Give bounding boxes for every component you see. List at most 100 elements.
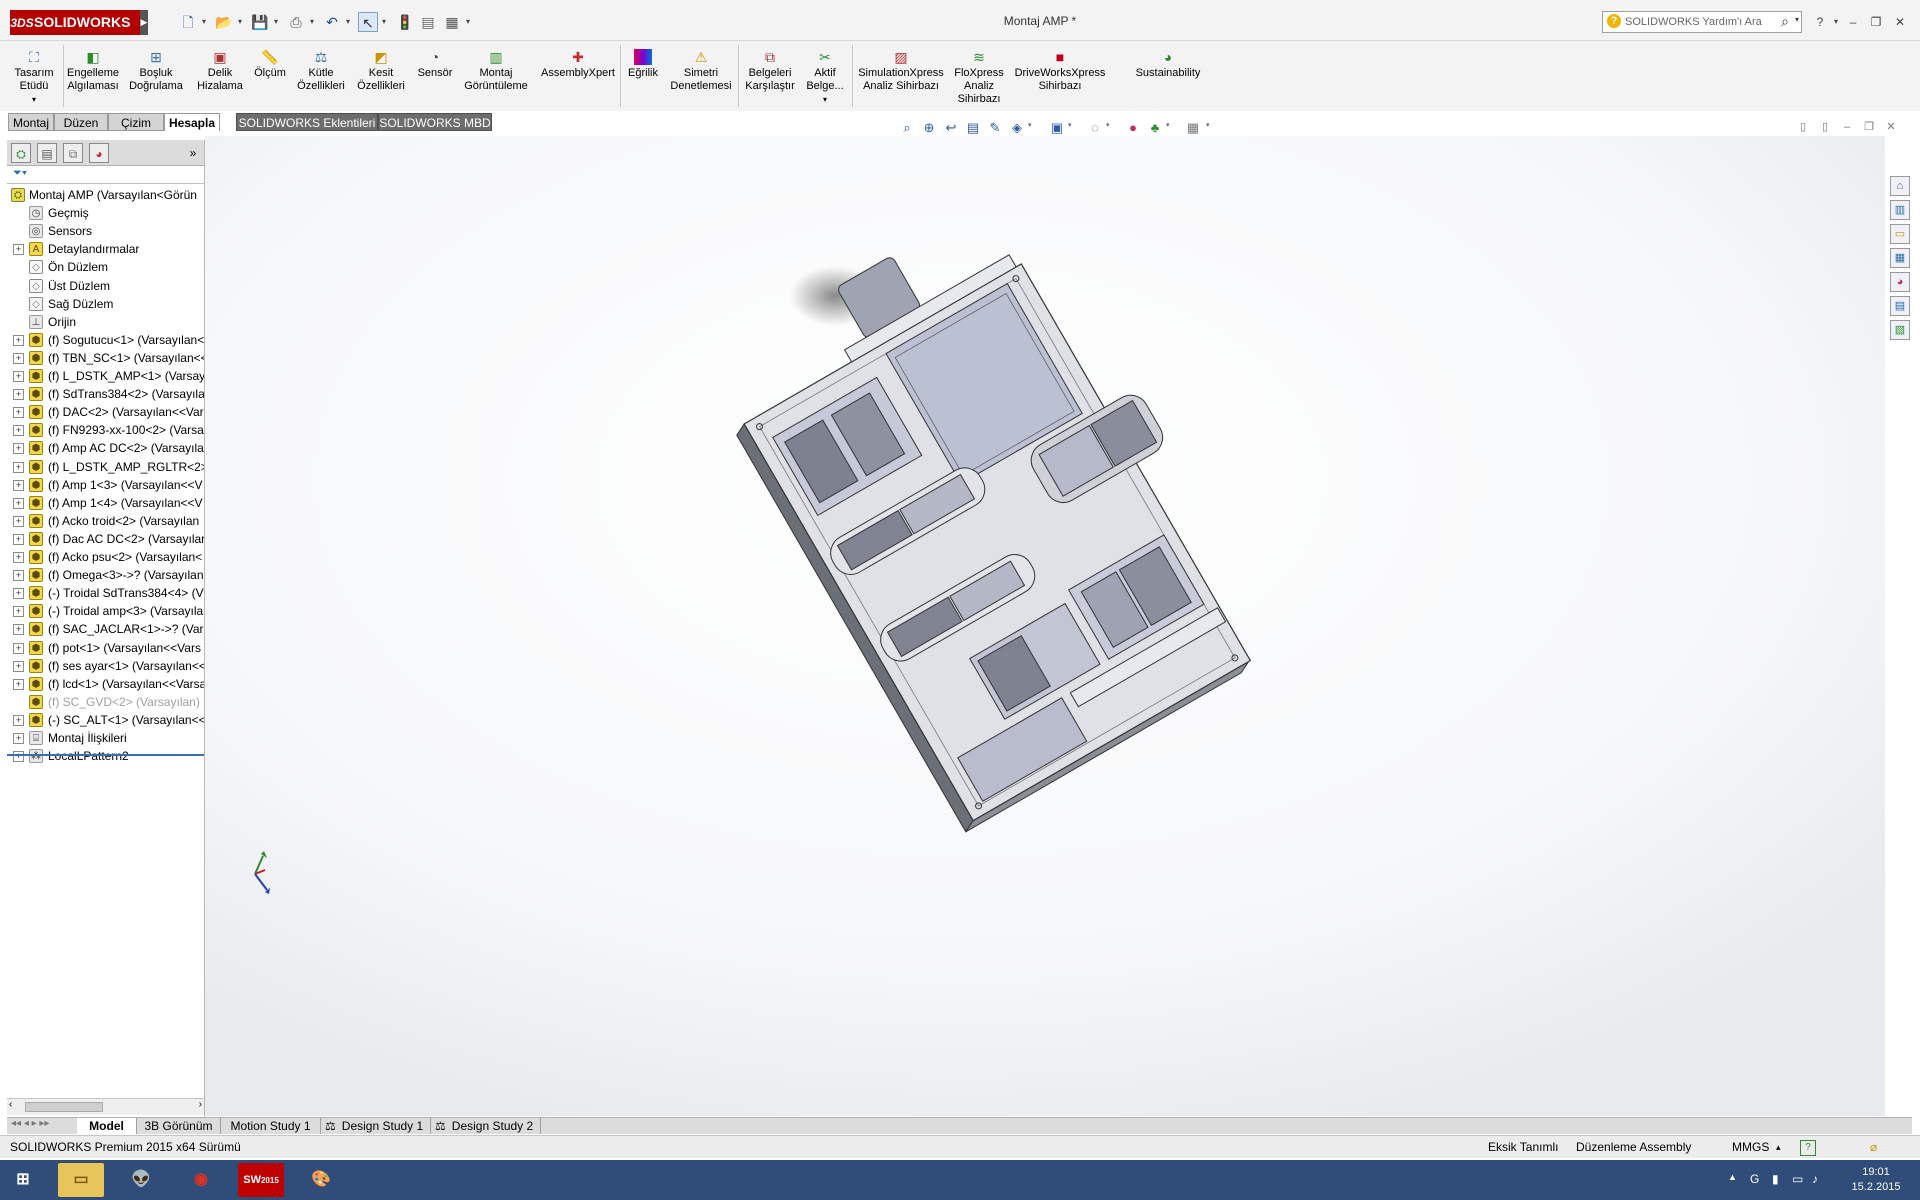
scroll-right-icon[interactable]: ›: [199, 1099, 202, 1110]
view-settings-dropdown-icon[interactable]: ▾: [1206, 121, 1210, 129]
print-dropdown-icon[interactable]: ▾: [308, 12, 316, 32]
minimize-button[interactable]: –: [1843, 14, 1863, 30]
tray-monitor-icon[interactable]: ▭: [1792, 1172, 1803, 1186]
options-icon[interactable]: ▦: [442, 12, 462, 32]
viewport-minimize-icon[interactable]: –: [1840, 120, 1854, 134]
tree-item[interactable]: + ⬢ (f) TBN_SC<1> (Varsayılan<<: [7, 349, 204, 367]
expand-icon[interactable]: +: [13, 334, 24, 346]
open-icon[interactable]: 📂: [214, 12, 234, 32]
section-view-icon[interactable]: ▤: [964, 119, 982, 137]
ribbon-belgeleri[interactable]: ⧉ Belgeleri Karşılaştır: [742, 41, 798, 111]
view-settings-icon[interactable]: ▦: [1184, 119, 1202, 137]
tab-motion-study-1[interactable]: Motion Study 1: [221, 1118, 321, 1134]
expand-icon[interactable]: +: [13, 642, 24, 654]
tree-item[interactable]: ⊥ Orijin: [7, 313, 204, 331]
ribbon-engelleme[interactable]: ◧ Engelleme Algılaması: [64, 41, 122, 111]
design-library-icon[interactable]: ▥: [1890, 200, 1910, 220]
view-palette-icon[interactable]: ▦: [1890, 248, 1910, 268]
custom-properties-icon[interactable]: ▤: [1890, 296, 1910, 316]
expand-icon[interactable]: +: [13, 244, 24, 256]
tree-item[interactable]: + ⌸ Montaj İlişkileri: [7, 729, 204, 747]
tab-mbd[interactable]: SOLIDWORKS MBD: [378, 113, 492, 131]
expand-icon[interactable]: +: [13, 461, 24, 473]
expand-icon[interactable]: +: [13, 389, 24, 401]
expand-icon[interactable]: +: [13, 515, 24, 527]
tree-item[interactable]: + ⬢ (f) Amp 1<4> (Varsayılan<<V: [7, 494, 204, 512]
tree-item[interactable]: + ⬢ (f) pot<1> (Varsayılan<<Vars: [7, 639, 204, 657]
ribbon-simulationxpress[interactable]: ▨ SimulationXpress Analiz Sihirbazı: [854, 41, 948, 111]
ribbon-sensor[interactable]: ◔ Sensör: [414, 41, 456, 111]
tree-item[interactable]: + ⬢ (f) Acko troid<2> (Varsayılan: [7, 512, 204, 530]
start-icon[interactable]: ⊞: [0, 1163, 46, 1197]
tab-navigation-icons[interactable]: ◂◂ ◂ ▸ ▸▸: [11, 1118, 49, 1129]
expand-icon[interactable]: +: [13, 588, 24, 600]
tray-app-icon[interactable]: G: [1750, 1172, 1759, 1186]
expand-icon[interactable]: +: [13, 733, 24, 744]
ribbon-dropdown-icon[interactable]: ▾: [32, 95, 36, 104]
tree-item[interactable]: ⬢ (f) SC_GVD<2> (Varsayılan): [7, 693, 204, 711]
tray-expand-icon[interactable]: ▲: [1728, 1172, 1737, 1182]
tree-item[interactable]: + ⬢ (f) Omega<3>->? (Varsayılan: [7, 566, 204, 584]
tree-horizontal-scrollbar[interactable]: ‹ ›: [7, 1098, 204, 1115]
ribbon-floxpress[interactable]: ≋ FloXpress Analiz Sihirbazı: [950, 41, 1008, 111]
expand-icon[interactable]: +: [13, 425, 24, 437]
model-view[interactable]: [205, 136, 1885, 1116]
ribbon-kutle[interactable]: ⚖ Kütle Özellikleri: [292, 41, 350, 111]
tree-item[interactable]: + ⁂ LocalLPattern2: [7, 747, 204, 765]
tree-item[interactable]: + ⬢ (f) FN9293-xx-100<2> (Varsay: [7, 421, 204, 439]
zoom-to-area-icon[interactable]: ⊕: [920, 119, 938, 137]
scrollbar-thumb[interactable]: [25, 1102, 103, 1112]
restore-button[interactable]: ❐: [1866, 14, 1886, 30]
tab-cizim[interactable]: Çizim: [108, 113, 164, 131]
expand-panel-icon[interactable]: »: [183, 143, 203, 163]
system-clock[interactable]: 19:01 15.2.2015: [1848, 1165, 1904, 1195]
displaymanager-tab-icon[interactable]: ◕: [89, 143, 109, 163]
tab-model[interactable]: Model: [77, 1118, 137, 1134]
expand-icon[interactable]: +: [13, 714, 24, 726]
rebuild-icon[interactable]: 🚦: [396, 12, 413, 32]
new-document-icon[interactable]: 🗋: [178, 12, 198, 32]
ribbon-bosluk[interactable]: ⊞ Boşluk Doğrulama: [126, 41, 186, 111]
ribbon-olcum[interactable]: 📏 Ölçüm: [250, 41, 290, 111]
tree-item[interactable]: + ⬢ (f) Sogutucu<1> (Varsayılan<: [7, 331, 204, 349]
tab-eklentiler[interactable]: SOLIDWORKS Eklentileri: [236, 113, 378, 131]
tree-item[interactable]: ⛭ Montaj AMP (Varsayılan<Görün: [7, 186, 204, 204]
new-dropdown-icon[interactable]: ▾: [200, 12, 208, 32]
ribbon-montaj-goruntuleme[interactable]: ▥ Montaj Görüntüleme: [458, 41, 534, 111]
ribbon-delik[interactable]: ▣ Delik Hizalama: [192, 41, 248, 111]
ribbon-simetri[interactable]: ⚠ Simetri Denetlemesi: [666, 41, 736, 111]
appearances-icon[interactable]: ◕: [1890, 272, 1910, 292]
hide-show-dropdown-icon[interactable]: ▾: [1106, 121, 1110, 129]
viewport-restore-icon[interactable]: ❐: [1862, 120, 1876, 134]
expand-icon[interactable]: +: [13, 371, 24, 382]
tree-item[interactable]: + ⬢ (f) SAC_JACLAR<1>->? (Vars: [7, 620, 204, 638]
expand-icon[interactable]: +: [13, 533, 24, 545]
propertymanager-tab-icon[interactable]: ▤: [37, 143, 57, 163]
solidworks-2015-icon[interactable]: SW2015: [238, 1163, 284, 1197]
expand-icon[interactable]: +: [13, 660, 24, 672]
tab-design-study-2[interactable]: ⚖ Design Study 2: [431, 1118, 541, 1134]
help-context-icon[interactable]: ?: [1800, 1140, 1816, 1156]
ribbon-kesit[interactable]: ◩ Kesit Özellikleri: [352, 41, 410, 111]
expand-icon[interactable]: +: [13, 443, 24, 455]
expand-icon[interactable]: +: [13, 624, 24, 636]
solidworks-forum-icon[interactable]: ▧: [1890, 320, 1910, 340]
expand-icon[interactable]: +: [13, 407, 24, 419]
ribbon-driveworks[interactable]: ■ DriveWorksXpress Sihirbazı: [1010, 41, 1110, 111]
solidworks-logo[interactable]: 3DSSOLIDWORKS: [10, 10, 140, 35]
tree-item[interactable]: ◷ Geçmiş: [7, 204, 204, 222]
view-orientation-dropdown-icon[interactable]: ▾: [1028, 121, 1032, 129]
ribbon-sustainability[interactable]: ◕ Sustainability: [1126, 41, 1210, 111]
tree-item[interactable]: + ⬢ (f) Amp AC DC<2> (Varsayıla: [7, 439, 204, 457]
tree-item[interactable]: + ⬢ (-) Troidal SdTrans384<4> (V: [7, 584, 204, 602]
tree-item[interactable]: + ⬢ (f) DAC<2> (Varsayılan<<Var: [7, 403, 204, 421]
tree-item[interactable]: + ⬢ (f) L_DSTK_AMP_RGLTR<2> (: [7, 458, 204, 476]
tile-vertical-icon[interactable]: ▯: [1818, 120, 1832, 134]
tab-3d-view[interactable]: 3B Görünüm: [137, 1118, 221, 1134]
dynamic-annotation-icon[interactable]: ✎: [986, 119, 1004, 137]
tree-item[interactable]: ◇ Sağ Düzlem: [7, 295, 204, 313]
ribbon-dropdown-icon[interactable]: ▾: [823, 95, 827, 104]
ribbon-tasarim-etudu[interactable]: ⛶ Tasarım Etüdü ▾: [6, 41, 62, 111]
units-dropdown-icon[interactable]: ▴: [1776, 1136, 1781, 1158]
filter-icon[interactable]: ⏷▾: [13, 167, 27, 180]
